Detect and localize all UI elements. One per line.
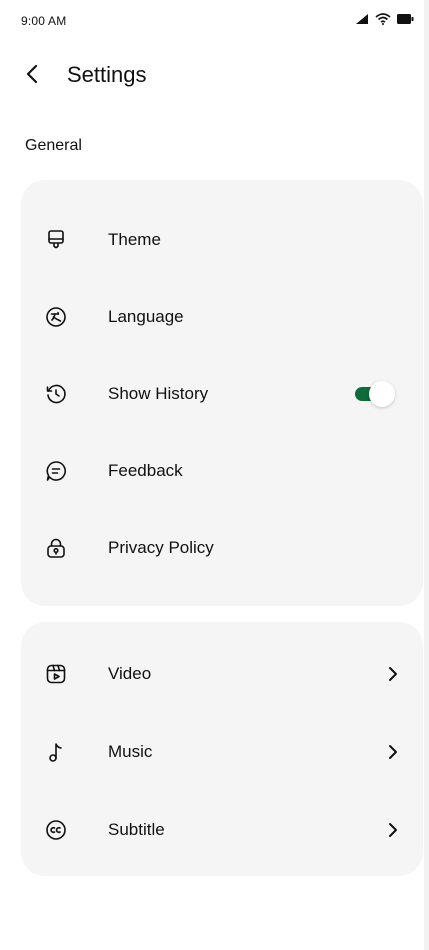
settings-item-label: Show History: [108, 384, 209, 403]
settings-item-feedback[interactable]: Feedback: [21, 451, 423, 491]
settings-item-label: Subtitle: [108, 820, 165, 839]
back-button[interactable]: [18, 62, 46, 90]
music-note-icon: [44, 740, 68, 764]
show-history-toggle[interactable]: [355, 381, 395, 407]
history-icon: [44, 382, 68, 406]
status-bar: 9:00 AM: [0, 0, 424, 40]
settings-screen: 9:00 AM Settings General Theme Language …: [0, 0, 424, 950]
toggle-thumb: [369, 381, 395, 407]
feedback-icon: [44, 459, 68, 483]
language-icon: [44, 305, 68, 329]
status-time: 9:00 AM: [21, 14, 67, 28]
settings-item-music[interactable]: Music: [21, 732, 423, 772]
cellular-signal-icon: [355, 13, 369, 25]
battery-icon: [397, 14, 414, 24]
settings-item-label: Language: [108, 307, 184, 326]
settings-item-theme[interactable]: Theme: [21, 220, 423, 260]
media-settings-card: Video Music Subtitle: [21, 622, 423, 876]
settings-item-show-history[interactable]: Show History: [21, 374, 423, 414]
theme-icon: [44, 228, 68, 252]
chevron-right-icon: [385, 666, 401, 682]
settings-item-label: Privacy Policy: [108, 538, 214, 557]
settings-item-label: Theme: [108, 230, 161, 249]
status-icons: [355, 13, 414, 25]
chevron-left-icon: [25, 64, 39, 89]
settings-item-subtitle[interactable]: Subtitle: [21, 810, 423, 850]
header: Settings: [0, 56, 424, 96]
settings-item-label: Feedback: [108, 461, 183, 480]
general-settings-card: Theme Language Show History Feedback Pri…: [21, 180, 423, 606]
wifi-icon: [375, 13, 391, 25]
settings-item-video[interactable]: Video: [21, 654, 423, 694]
lock-icon: [44, 536, 68, 560]
settings-item-label: Video: [108, 664, 152, 683]
video-icon: [44, 662, 68, 686]
settings-item-language[interactable]: Language: [21, 297, 423, 337]
chevron-right-icon: [385, 822, 401, 838]
page-title: Settings: [67, 62, 147, 87]
section-label-general: General: [25, 137, 82, 154]
chevron-right-icon: [385, 744, 401, 760]
settings-item-label: Music: [108, 742, 153, 761]
closed-caption-icon: [44, 818, 68, 842]
settings-item-privacy-policy[interactable]: Privacy Policy: [21, 528, 423, 568]
